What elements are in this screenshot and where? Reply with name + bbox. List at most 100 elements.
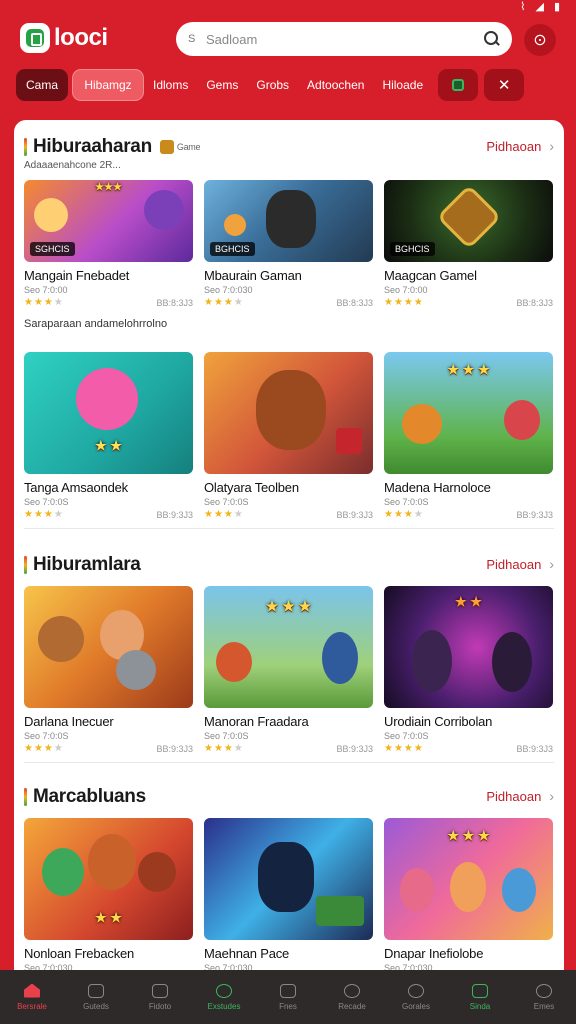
star-rating: ★★★★ — [384, 743, 424, 754]
game-thumbnail[interactable]: ★ ★ ★ — [384, 352, 553, 474]
character-art — [492, 632, 532, 692]
game-rating-row: ★★★★ BB:8:3J3 — [204, 297, 373, 308]
game-rating-row: ★★★★ BB:8:3J3 — [24, 297, 193, 308]
tab-sinda[interactable]: Sinda — [448, 970, 512, 1024]
see-more-link[interactable]: Pidhaoan › — [486, 138, 554, 154]
game-thumbnail[interactable]: BGHCIS — [204, 180, 373, 262]
section-accent-bar — [24, 138, 27, 156]
game-thumbnail[interactable] — [204, 352, 373, 474]
game-thumbnail[interactable]: BGHCIS — [384, 180, 553, 262]
nav-tab-grobs[interactable]: Grobs — [247, 69, 298, 101]
section-header: Marcabluans Pidhaoan › — [24, 784, 554, 808]
game-thumbnail[interactable]: ★★★ SGHCIS — [24, 180, 193, 262]
game-size: BB:8:3J3 — [336, 297, 373, 308]
nav-tab-adtoochen[interactable]: Adtoochen — [298, 69, 373, 101]
game-meta-text: Seo 7:0:0S — [204, 731, 249, 741]
grid-icon — [452, 79, 465, 91]
game-card[interactable]: Darlana Inecuer Seo 7:0:0S ★★★★ BB:9:3J3 — [24, 586, 193, 754]
nav-tab-idloms[interactable]: Idloms — [144, 69, 197, 101]
game-title: Dnapar Inefiolobe — [384, 946, 484, 961]
tab-recade[interactable]: Recade — [320, 970, 384, 1024]
game-thumbnail[interactable]: ★ ★ ★ — [204, 586, 373, 708]
chevron-right-icon: › — [549, 788, 554, 804]
game-title: Urodiain Corribolan — [384, 714, 493, 729]
emblem-art — [436, 184, 502, 250]
character-art — [504, 400, 540, 440]
thumbnail-tag: BGHCIS — [210, 242, 255, 256]
game-rating-row: ★★★★ BB:9:3J3 — [204, 743, 373, 754]
tools-button[interactable]: ✕ — [484, 69, 525, 101]
tab-fidoto[interactable]: Fidoto — [128, 970, 192, 1024]
tab-home[interactable]: Bersrale — [0, 970, 64, 1024]
game-card[interactable]: ★ ★ Tanga Amsaondek Seo 7:0:0S ★★★★ BB:9:… — [24, 352, 193, 520]
game-thumbnail[interactable]: ★ ★ — [24, 352, 193, 474]
game-card[interactable]: ★ ★ ★ Manoran Fraadara Seo 7:0:0S ★★★★ BB… — [204, 586, 373, 754]
nav-tab-gems[interactable]: Gems — [197, 69, 247, 101]
game-rating-row: ★★★★ BB:9:3J3 — [384, 743, 553, 754]
search-icon[interactable] — [484, 31, 500, 47]
game-card[interactable]: BGHCIS Mbaurain Gaman Seo 7:0:030 ★★★★ BB… — [204, 180, 373, 308]
character-art — [88, 834, 136, 890]
game-meta: Seo 7:0:0S — [24, 497, 193, 507]
game-thumbnail[interactable]: ★ ★ ★ — [384, 818, 553, 940]
content-card: Hiburaaharan Game Pidhaoan › Adaaaenahcon… — [14, 120, 564, 1024]
game-thumbnail[interactable]: ★ ★ — [384, 586, 553, 708]
see-more-link[interactable]: Pidhaoan › — [486, 788, 554, 804]
see-more-link[interactable]: Pidhaoan › — [486, 556, 554, 572]
section-title: Hiburamlara — [24, 554, 141, 576]
game-title: Darlana Inecuer — [24, 714, 114, 729]
game-thumbnail[interactable] — [24, 586, 193, 708]
game-card[interactable]: ★ ★ Urodiain Corribolan Seo 7:0:0S ★★★★ B… — [384, 586, 553, 754]
game-card[interactable]: Olatyara Teolben Seo 7:0:0S ★★★★ BB:9:3J3 — [204, 352, 373, 520]
game-card[interactable]: ★ ★ ★ Dnapar Inefiolobe Seo 7:0:030 — [384, 818, 553, 973]
section-header: Hiburaaharan Game Pidhaoan › — [24, 134, 554, 158]
section-header: Hiburamlara Pidhaoan › — [24, 552, 554, 576]
nav-tab-hiloade[interactable]: Hiloade — [373, 69, 432, 101]
section-marcabluans: Marcabluans Pidhaoan › ★ ★ Nonloan Frebac… — [24, 784, 554, 973]
game-badge-icon — [159, 140, 174, 154]
game-card[interactable]: ★ ★ Nonloan Frebacken Seo 7:0:030 — [24, 818, 193, 973]
section-hiburaaharan: Hiburaaharan Game Pidhaoan › Adaaaenahcon… — [24, 134, 554, 330]
game-title: Nonloan Frebacken — [24, 946, 135, 961]
thumbnail-tag: BGHCIS — [390, 242, 435, 256]
tab-exstudes[interactable]: Exstudes — [192, 970, 256, 1024]
game-meta-text: Seo 7:0:00 — [24, 285, 68, 295]
character-art — [216, 642, 252, 682]
game-meta: Seo 7:0:00 — [384, 285, 553, 295]
game-badge-label: Game — [176, 142, 201, 152]
nav-tab-hibamgz[interactable]: Hibamgz — [72, 69, 144, 101]
game-thumbnail[interactable]: ★ ★ — [24, 818, 193, 940]
character-art — [256, 370, 326, 450]
category-nav: Cama Hibamgz Idloms Gems Grobs Adtoochen… — [16, 68, 560, 102]
search-input[interactable]: Sadloam — [206, 32, 484, 47]
character-art — [336, 428, 362, 454]
game-card[interactable]: ★★★ SGHCIS Mangain Fnebadet Seo 7:0:00 ★… — [24, 180, 193, 308]
tab-fnes[interactable]: Fnes — [256, 970, 320, 1024]
profile-icon: ⊙ — [533, 32, 547, 49]
game-meta: Seo 7:0:0S — [384, 731, 553, 741]
tab-label: Guteds — [83, 1001, 109, 1011]
signal-icon: ◢ — [535, 1, 544, 13]
profile-button[interactable]: ⊙ — [524, 24, 556, 56]
game-meta-text: Seo 7:0:030 — [204, 285, 253, 295]
tab-guteds[interactable]: Guteds — [64, 970, 128, 1024]
character-art — [450, 862, 486, 912]
grid-view-button[interactable] — [438, 69, 479, 101]
game-card[interactable]: ★ ★ ★ Madena Harnoloce Seo 7:0:0S ★★★★ BB… — [384, 352, 553, 520]
game-title: Madena Harnoloce — [384, 480, 491, 495]
divider — [24, 528, 554, 529]
tab-emes[interactable]: Emes — [512, 970, 576, 1024]
game-rating-row: ★★★★ BB:9:3J3 — [384, 509, 553, 520]
game-badge: Game — [159, 140, 201, 154]
game-thumbnail[interactable] — [204, 818, 373, 940]
nav-tab-cama[interactable]: Cama — [16, 69, 68, 101]
star-rating: ★★★★ — [24, 297, 64, 308]
tab-label: Exstudes — [207, 1001, 241, 1011]
app-logo[interactable]: looci — [20, 23, 108, 53]
game-card[interactable]: Maehnan Pace Seo 7:0:030 — [204, 818, 373, 973]
game-meta-text: Seo 7:0:0S — [24, 731, 69, 741]
tab-gorales[interactable]: Gorales — [384, 970, 448, 1024]
game-card[interactable]: BGHCIS Maagcan Gamel Seo 7:0:00 ★★★★ BB:8… — [384, 180, 553, 308]
search-bar[interactable]: S Sadloam — [176, 22, 512, 56]
character-art — [38, 616, 84, 662]
